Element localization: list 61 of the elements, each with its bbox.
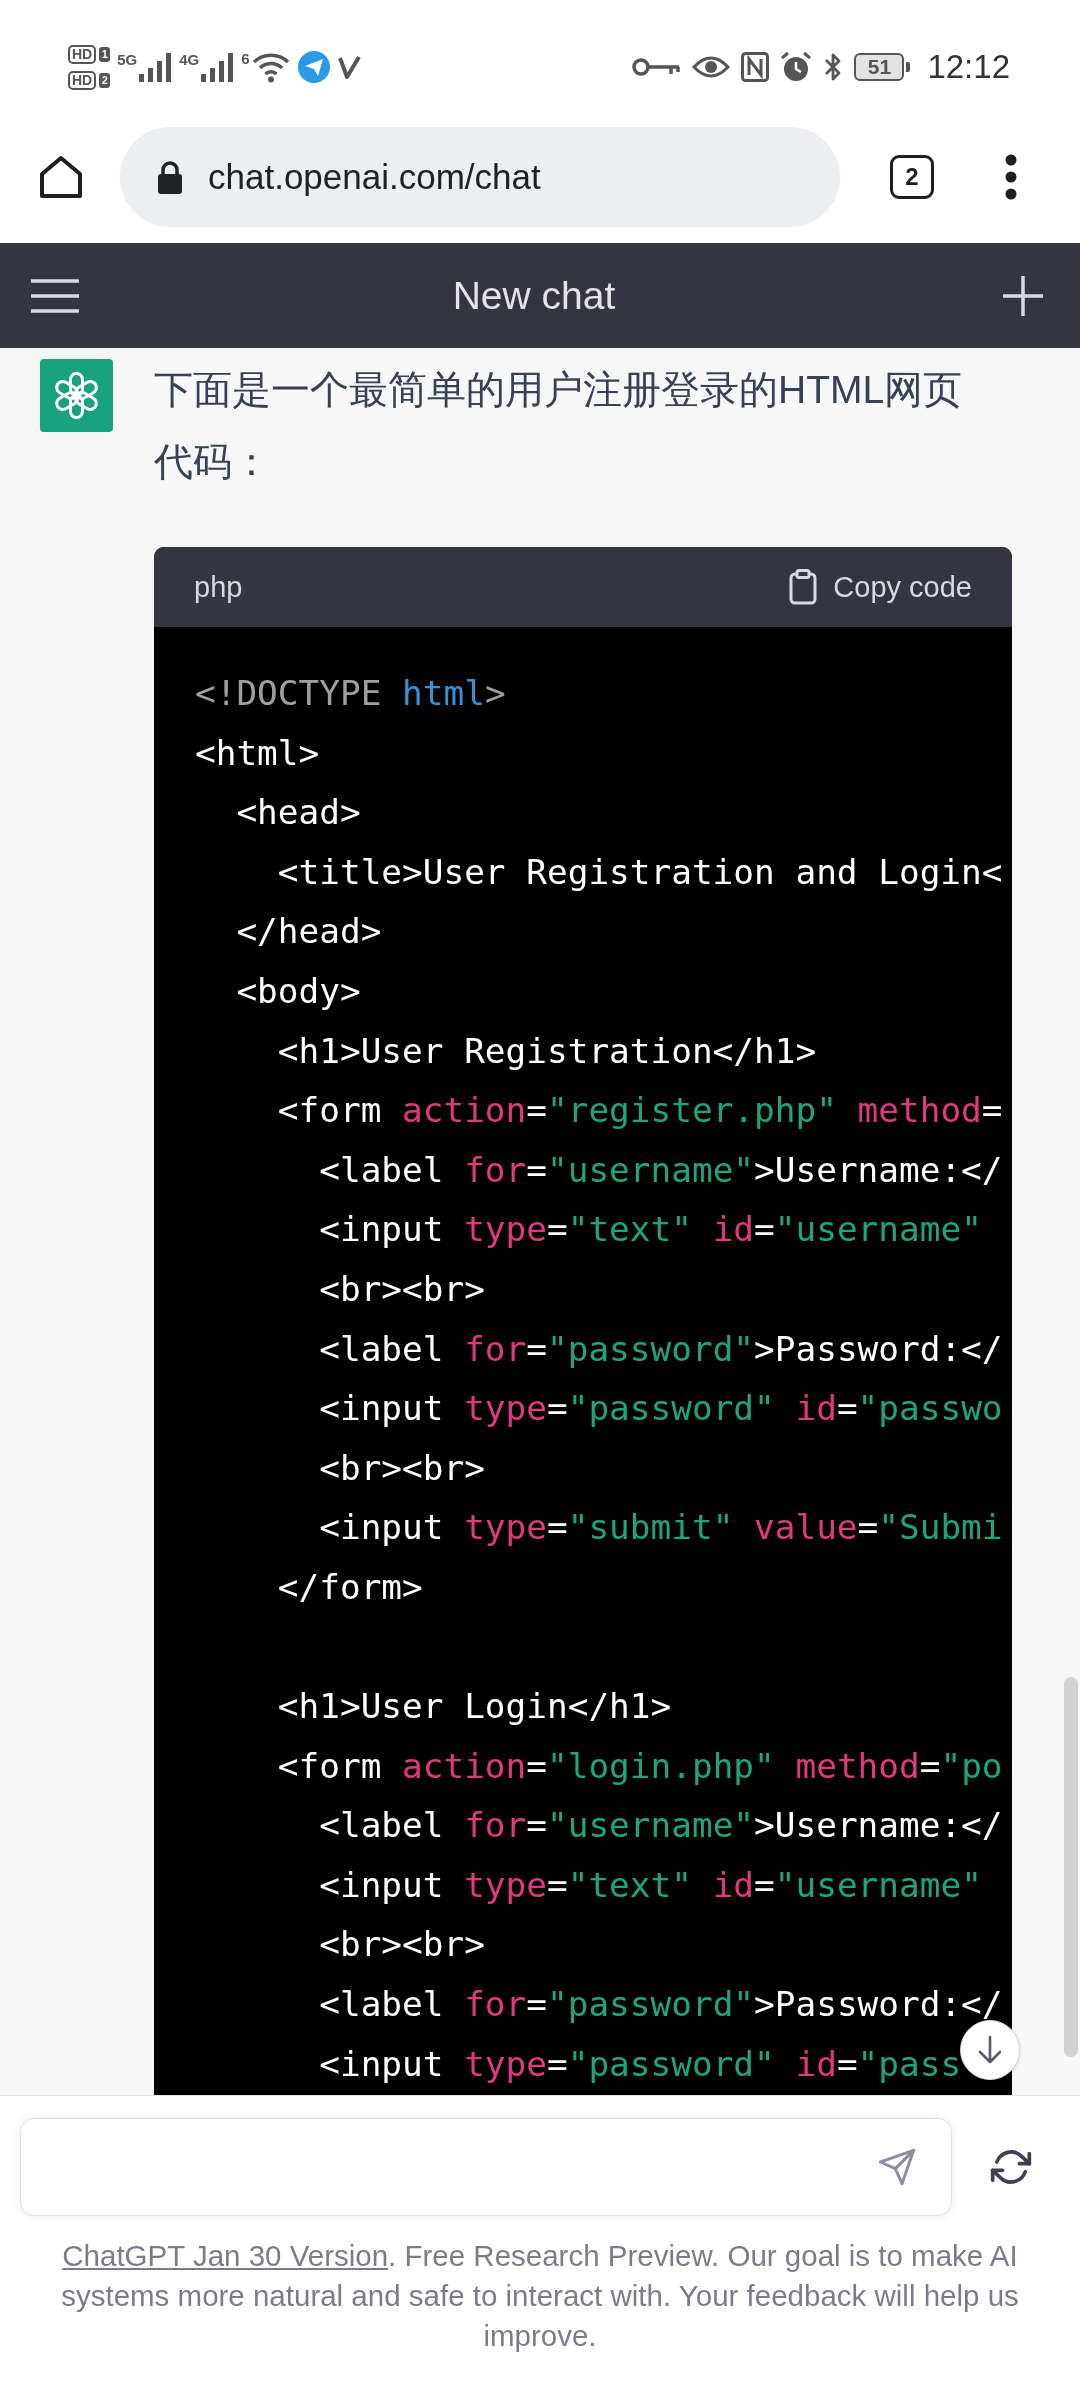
- plus-icon[interactable]: [1002, 274, 1044, 317]
- code-line: <form action="login.php" method="po: [277, 1744, 1003, 1788]
- send-icon[interactable]: [877, 2147, 917, 2187]
- code-line: <form action="register.php" method=: [277, 1089, 1003, 1133]
- copy-code-button[interactable]: Copy code: [789, 569, 972, 605]
- battery-indicator: 51: [854, 53, 911, 81]
- network-type-label: 5G: [117, 52, 138, 68]
- home-icon[interactable]: [38, 154, 84, 199]
- code-line: <title>User Registration and Login<: [277, 850, 1003, 894]
- hd-badge: HD: [68, 44, 97, 64]
- code-line: </form>: [277, 1565, 423, 1609]
- code-line: <label for="password">Password:</: [319, 1327, 1003, 1371]
- signal-bars-icon: [138, 52, 173, 82]
- disclaimer-text: ChatGPT Jan 30 Version. Free Research Preview. Our goal is to make AI systems more natural and safe to interact with. Your feedback will help us improve.: [60, 2238, 1020, 2354]
- sim-slot-number: 2: [99, 72, 111, 88]
- code-line: <input type="submit" value="Submi: [319, 1506, 1003, 1550]
- code-line: <input type="password" id="passwo: [319, 1387, 1003, 1431]
- code-line: <label for="username">Username:</: [319, 1148, 1003, 1192]
- code-line: <head>: [236, 791, 361, 835]
- header-title: New chat: [452, 273, 616, 318]
- code-line: <body>: [236, 969, 361, 1013]
- sim-slot-number: 1: [99, 46, 111, 62]
- code-line: <label for="password">Password:</: [319, 1983, 1003, 2027]
- lock-icon: [157, 159, 183, 194]
- code-line: <h1>User Registration</h1>: [277, 1029, 817, 1073]
- version-link[interactable]: ChatGPT Jan 30 Version: [62, 2239, 389, 2272]
- nfc-icon: [741, 52, 770, 82]
- code-line: </head>: [236, 910, 382, 954]
- wifi-icon: [250, 51, 291, 83]
- code-line: <input type="text" id="username": [319, 1208, 982, 1252]
- code-line: <input type="password" id="pass: [319, 2042, 962, 2086]
- code-line: <br><br>: [319, 1923, 485, 1967]
- wifi-standard-label: 6: [241, 51, 250, 67]
- scrollbar-thumb[interactable]: [1064, 1677, 1078, 2057]
- check-mark-icon: [336, 54, 361, 80]
- tab-count-button[interactable]: 2: [890, 154, 934, 199]
- alarm-clock-icon: [780, 51, 813, 83]
- more-menu-icon[interactable]: [1004, 153, 1018, 200]
- paper-plane-badge-icon: [297, 51, 330, 83]
- code-line: <br><br>: [319, 1446, 485, 1490]
- status-time: 12:12: [927, 48, 1010, 86]
- menu-icon[interactable]: [30, 277, 80, 314]
- code-line: <label for="username">Username:</: [319, 1804, 1003, 1848]
- code-line: <!DOCTYPE html>: [195, 672, 506, 715]
- assistant-message-text: 下面是一个最简单的用户注册登录的HTML网页代码：: [154, 367, 964, 485]
- address-field[interactable]: chat.openai.com/chat: [120, 126, 840, 227]
- code-line: <h1>User Login</h1>: [277, 1685, 672, 1729]
- key-icon: [631, 55, 682, 79]
- message-input[interactable]: [20, 2118, 952, 2216]
- code-line: <html>: [195, 731, 320, 775]
- code-line: <br><br>: [319, 1267, 485, 1311]
- arrow-down-icon: [977, 2035, 1003, 2065]
- avatar-icon: [40, 359, 113, 432]
- network-type-label: 4G: [179, 52, 200, 68]
- code-line: <input type="text" id="username": [319, 1863, 982, 1907]
- eye-icon: [692, 54, 731, 80]
- refresh-icon[interactable]: [990, 2147, 1032, 2187]
- hd-badge: HD: [68, 70, 97, 90]
- signal-bars-icon: [200, 52, 235, 82]
- code-language-label: php: [194, 570, 243, 604]
- clipboard-icon: [789, 569, 818, 605]
